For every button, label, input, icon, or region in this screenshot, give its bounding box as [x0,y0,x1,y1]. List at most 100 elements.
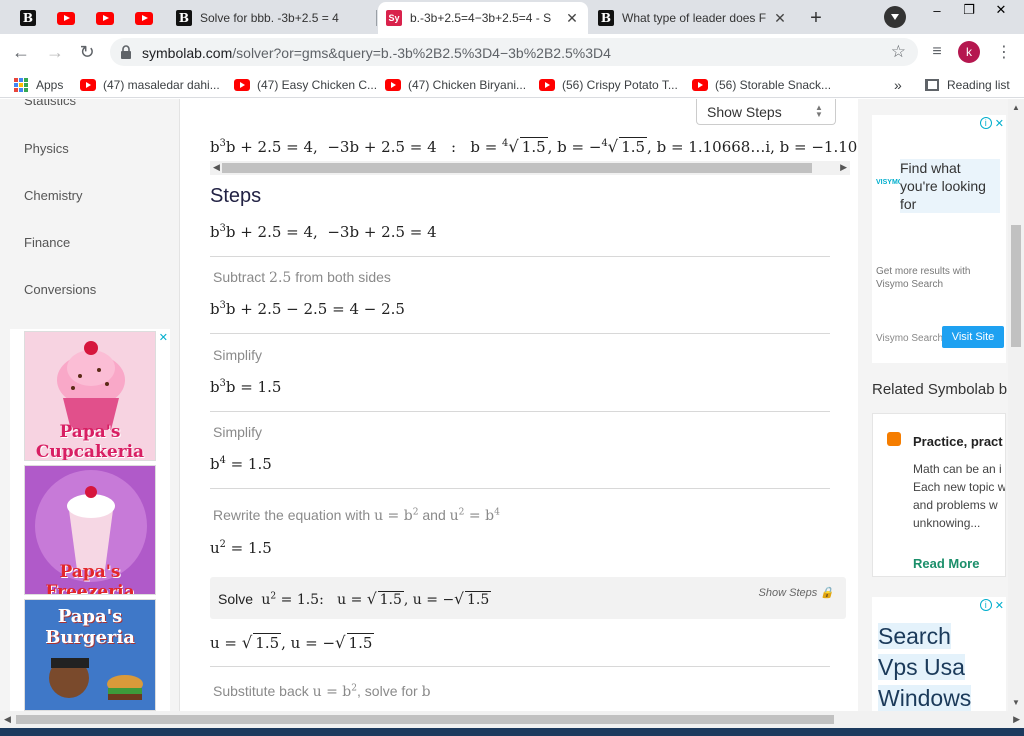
tab-separator [376,10,377,26]
game-logo: Papa's Freezeria [45,562,135,595]
related-blog-card[interactable]: Practice, pract Math can be an i Each ne… [872,413,1006,577]
sidebar-item-statistics[interactable]: Statistics [24,99,76,108]
ad-line: Search [878,623,951,649]
up-down-arrows-icon: ▲ ▼ [815,103,823,119]
bookmark-item[interactable]: (47) Chicken Biryani... [385,76,526,94]
close-tab-icon[interactable]: ✕ [772,10,788,27]
tab-symbolab-active[interactable]: Sy b.-3b+2.5=4−3b+2.5=4 - S ✕ [378,2,588,34]
sidebar-item-conversions[interactable]: Conversions [24,282,96,297]
vps-advertisement[interactable]: i ✕ Search Vps Usa Windows [872,597,1006,711]
game-tile-freezeria[interactable]: Papa's Freezeria [24,465,156,595]
bookmark-label: (56) Storable Snack... [715,78,832,92]
url-path: /solver?or=gms&query=b.-3b%2B2.5%3D4−3b%… [232,45,611,61]
tab-leader[interactable]: B What type of leader does F ✕ [590,2,796,34]
tab-title: What type of leader does F [622,11,767,25]
b-icon: B [598,10,614,26]
visymo-advertisement[interactable]: i ✕ VISYMO SEARCH Find what you're looki… [872,115,1006,363]
youtube-icon [385,79,401,91]
scroll-left-icon[interactable]: ◀ [213,162,220,173]
ad-info-icon[interactable]: i [979,599,992,611]
url-host: symbolab.com [142,45,233,61]
youtube-icon [96,11,114,25]
visit-site-button[interactable]: Visit Site [942,326,1004,348]
sidebar-item-finance[interactable]: Finance [24,235,70,250]
steps-heading: Steps [210,185,262,207]
result-scrollbar[interactable]: ◀ ▶ [210,161,850,175]
b-icon: B [20,10,36,26]
step-equation: b3b + 2.5 = 4, −3b + 2.5 = 4 [210,223,437,241]
show-steps-dropdown[interactable]: Show Steps ▲ ▼ [696,99,836,125]
related-heading: Related Symbolab b [872,381,1008,398]
new-tab-button[interactable]: + [803,5,829,31]
scrollbar-thumb[interactable] [1011,225,1021,347]
reading-list-button[interactable]: Reading list [925,76,1010,94]
bookmark-apps[interactable]: Apps [14,76,63,94]
address-bar[interactable]: symbolab.com/solver?or=gms&query=b.-3b%2… [110,38,918,66]
maximize-button[interactable]: ❐ [954,0,984,20]
ad-close-icon[interactable]: ✕ [995,599,1004,612]
scrollbar-thumb[interactable] [16,715,834,724]
pinned-tab-youtube-1[interactable] [48,2,84,34]
game-tile-burgeria[interactable]: Papa's Burgeria [24,599,156,711]
ad-subtext: Get more results with Visymo Search [876,266,971,290]
left-advertisement[interactable]: i ✕ Papa's Cupcakeria [10,329,170,711]
page-vertical-scrollbar[interactable]: ▲ ▼ [1008,99,1024,711]
solve-substep-box[interactable]: Solve u2 = 1.5: u = √ 1.5, u = −√ 1.5 Show… [210,577,846,619]
page-content: Statistics Physics Chemistry Finance Con… [0,99,1024,711]
ad-close-icon[interactable]: ✕ [995,117,1004,130]
step-equation: u = √ 1.5, u = −√ 1.5 [210,633,375,652]
scroll-up-icon[interactable]: ▲ [1012,103,1020,112]
ad-line: Vps Usa [878,654,965,680]
game-tile-cupcakeria[interactable]: Papa's Cupcakeria [24,331,156,461]
minimize-button[interactable]: – [922,0,952,20]
close-window-button[interactable]: ✕ [986,0,1016,20]
ad-close-icon[interactable]: ✕ [159,331,168,344]
step-math: u2 = b4 [449,507,500,524]
pinned-tab-1[interactable]: B [10,2,46,34]
avatar[interactable]: k [958,41,980,63]
sidebar-item-physics[interactable]: Physics [24,141,69,156]
scrollbar-thumb[interactable] [222,163,812,173]
scroll-right-icon[interactable]: ▶ [840,162,847,173]
bookmark-item[interactable]: (47) masaledar dahi... [80,76,220,94]
back-arrow-icon[interactable]: ← [8,40,34,64]
page-horizontal-scrollbar[interactable]: ◀ ▶ [0,711,1024,728]
tab-search-icon[interactable] [884,6,906,28]
read-more-link[interactable]: Read More [913,556,979,571]
solution-result: b3b + 2.5 = 4, −3b + 2.5 = 4 : b = 4√ 1.5… [210,137,906,156]
sidebar-item-chemistry[interactable]: Chemistry [24,188,83,203]
apps-grid-icon [14,78,28,92]
media-queue-icon[interactable]: ≡ [926,40,948,64]
step-description: Subtract 2.5 from both sides [213,269,391,286]
game-logo: Papa's Cupcakeria [35,422,145,461]
menu-kebab-icon[interactable]: ⋮ [994,40,1014,64]
step-label: Substitute back [213,683,309,699]
ad-info-icon[interactable]: i [979,117,992,129]
bookmark-item[interactable]: (47) Easy Chicken C... [234,76,377,94]
step-equation: b4 = 1.5 [210,455,272,473]
bookmark-item[interactable]: (56) Storable Snack... [692,76,831,94]
card-title[interactable]: Practice, pract [913,434,1003,449]
youtube-icon [692,79,708,91]
close-tab-icon[interactable]: ✕ [564,10,580,27]
scroll-right-icon[interactable]: ▶ [1013,714,1020,725]
bookmarks-overflow-button[interactable]: » [894,76,902,94]
forward-arrow-icon[interactable]: → [42,40,68,64]
pinned-tab-youtube-2[interactable] [87,2,123,34]
bookmark-star-icon[interactable]: ☆ [891,42,906,62]
tab-solve-for-b[interactable]: B Solve for bbb. -3b+2.5 = 4 [168,2,375,34]
right-sidebar: i ✕ VISYMO SEARCH Find what you're looki… [858,99,1008,711]
reading-list-icon [925,79,939,91]
show-steps-inline-label: Show Steps [758,587,818,599]
show-steps-label: Show Steps [707,104,782,120]
bookmark-item[interactable]: (56) Crispy Potato T... [539,76,678,94]
scroll-left-icon[interactable]: ◀ [4,714,11,725]
show-steps-link[interactable]: Show Steps 🔒 [759,586,834,599]
reload-icon[interactable]: ↻ [74,40,100,64]
step-description: Simplify [213,424,263,440]
youtube-icon [135,11,153,25]
step-description: Substitute back u = b2, solve for b [213,683,431,700]
scroll-down-icon[interactable]: ▼ [1012,698,1020,707]
bookmark-label: (56) Crispy Potato T... [562,78,678,92]
pinned-tab-youtube-3[interactable] [126,2,162,34]
